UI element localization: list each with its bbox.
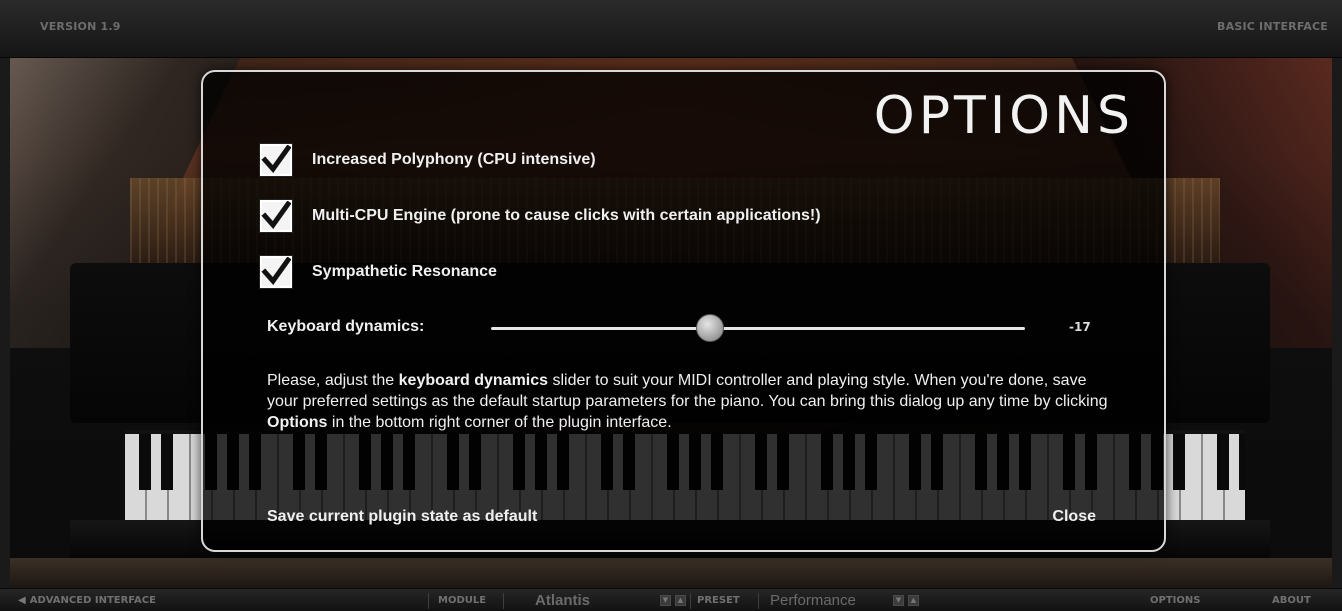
spinner-down-icon[interactable]: ▼: [660, 595, 671, 606]
slider-thumb[interactable]: [695, 314, 724, 342]
basic-interface-button[interactable]: BASIC INTERFACE: [1217, 20, 1328, 33]
info-text: Please, adjust the keyboard dynamics sli…: [267, 370, 1117, 433]
divider: [428, 593, 429, 609]
version-label: VERSION 1.9: [40, 20, 121, 33]
info-text-part: in the bottom right corner of the plugin…: [327, 414, 672, 431]
arrow-left-icon: ◀: [18, 595, 26, 606]
spinner-up-icon[interactable]: ▲: [675, 595, 686, 606]
polyphony-label: Increased Polyphony (CPU intensive): [312, 151, 596, 168]
checkmark-icon: [261, 201, 291, 230]
module-label: MODULE: [438, 595, 487, 606]
polyphony-checkbox[interactable]: [259, 143, 293, 177]
divider: [503, 593, 504, 609]
option-row-sympathetic-resonance[interactable]: Sympathetic Resonance: [259, 254, 497, 290]
option-row-polyphony[interactable]: Increased Polyphony (CPU intensive): [259, 142, 596, 178]
preset-label: PRESET: [697, 595, 740, 606]
dialog-title: OPTIONS: [873, 86, 1134, 146]
close-button[interactable]: Close: [1052, 508, 1096, 526]
advanced-interface-label: ADVANCED INTERFACE: [29, 595, 156, 606]
multi-cpu-label: Multi-CPU Engine (prone to cause clicks …: [312, 207, 821, 224]
keyboard-dynamics-slider[interactable]: [491, 314, 1025, 342]
sympathetic-resonance-checkbox[interactable]: [259, 255, 293, 289]
divider: [690, 593, 691, 609]
options-dialog: OPTIONS Increased Polyphony (CPU intensi…: [201, 70, 1166, 552]
options-button[interactable]: OPTIONS: [1150, 595, 1200, 606]
option-row-multi-cpu[interactable]: Multi-CPU Engine (prone to cause clicks …: [259, 198, 821, 234]
multi-cpu-checkbox[interactable]: [259, 199, 293, 233]
info-text-part: Please, adjust the: [267, 372, 399, 389]
floor: [10, 558, 1332, 588]
about-button[interactable]: ABOUT: [1272, 595, 1311, 606]
top-bar: VERSION 1.9 BASIC INTERFACE: [0, 0, 1342, 58]
info-text-bold: keyboard dynamics: [398, 372, 549, 389]
preset-select[interactable]: Performance: [770, 592, 856, 609]
module-select[interactable]: Atlantis: [535, 592, 590, 609]
divider: [758, 593, 759, 609]
checkmark-icon: [261, 257, 291, 286]
bottom-bar: ◀ ADVANCED INTERFACE MODULE Atlantis ▼ ▲ …: [0, 588, 1342, 611]
keyboard-dynamics-label: Keyboard dynamics:: [267, 318, 425, 335]
sympathetic-resonance-label: Sympathetic Resonance: [312, 263, 497, 280]
keyboard-dynamics-value: -17: [1069, 320, 1091, 334]
spinner-up-icon[interactable]: ▲: [908, 595, 919, 606]
info-text-bold: Options: [267, 414, 328, 431]
spinner-down-icon[interactable]: ▼: [893, 595, 904, 606]
checkmark-icon: [261, 145, 291, 174]
advanced-interface-button[interactable]: ◀ ADVANCED INTERFACE: [18, 595, 156, 606]
keyboard-dynamics-row: Keyboard dynamics: -17: [267, 314, 1107, 342]
save-default-button[interactable]: Save current plugin state as default: [267, 508, 537, 526]
